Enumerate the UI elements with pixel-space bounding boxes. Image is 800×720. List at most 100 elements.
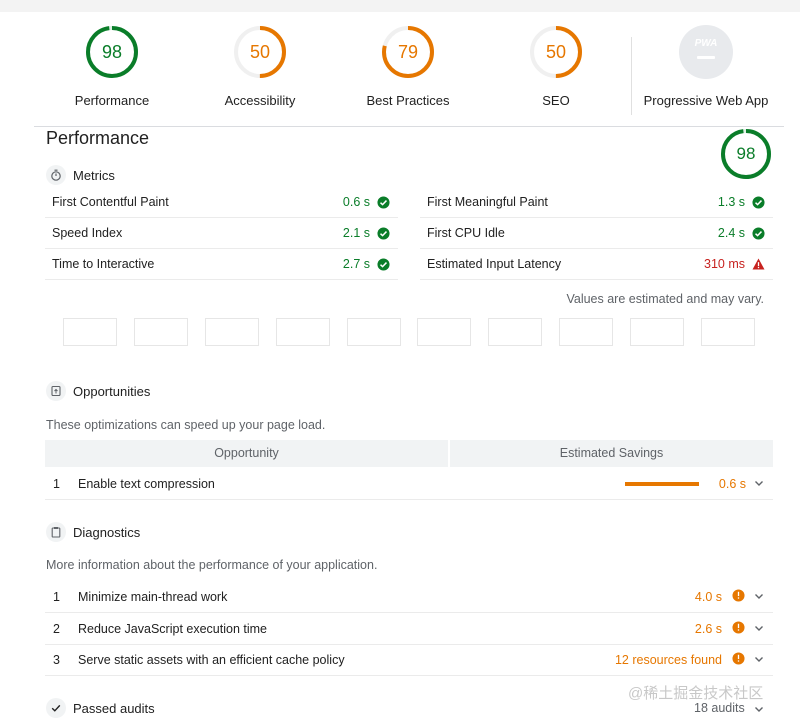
opportunity-icon [46,381,66,401]
row-value: 4.0 s [694,590,722,604]
gauge-ring: 98 [84,24,140,80]
opportunities-heading: Opportunities [46,380,150,402]
gauge-performance[interactable]: 98 Performance [37,24,187,108]
filmstrip-frame [276,318,330,346]
gauge-accessibility[interactable]: 50 Accessibility [185,24,335,108]
metric-value: 2.7 s [342,257,370,271]
chevron-down-icon[interactable] [753,703,765,715]
diagnostics-heading: Diagnostics [46,521,140,543]
stopwatch-icon [46,165,66,185]
check-circle-icon [377,258,390,271]
savings-bar [625,482,699,486]
row-index: 1 [53,590,60,604]
row-index: 2 [53,622,60,636]
opportunities-description: These optimizations can speed up your pa… [46,418,326,432]
row-value: 12 resources found [614,653,722,667]
filmstrip-frame [559,318,613,346]
info-icon [732,621,745,634]
row-title: Serve static assets with an efficient ca… [78,653,345,667]
gauge-score: 98 [101,42,123,62]
check-circle-icon [377,227,390,240]
page-title: Performance [46,128,150,148]
row-savings: 0.6 s [718,477,746,491]
row-title: Minimize main-thread work [78,590,228,604]
gauge-best-practices[interactable]: 79 Best Practices [333,24,483,108]
diagnostics-heading-label: Diagnostics [73,524,141,540]
metric-name: First Contentful Paint [52,195,169,209]
row-title: Reduce JavaScript execution time [78,622,267,636]
filmstrip-frame [701,318,755,346]
gauge-pwa[interactable]: PWA Progressive Web App [631,24,781,108]
filmstrip-frame [205,318,259,346]
metric-value: 310 ms [704,257,745,271]
metric-speed-index: Speed Index 2.1 s [45,218,398,249]
gauge-ring: 79 [380,24,436,80]
column-header-opportunity: Opportunity [45,440,448,467]
category-gauges: 98 Performance 50 Accessibility 79 Best … [0,12,800,115]
chevron-down-icon[interactable] [753,590,765,602]
passed-audits-heading[interactable]: Passed audits [46,697,155,719]
metric-time-to-interactive: Time to Interactive 2.7 s [45,249,398,280]
metric-first-meaningful-paint: First Meaningful Paint 1.3 s [420,187,773,218]
gauge-score: 50 [545,42,567,62]
gauge-label: Progressive Web App [643,93,769,108]
estimate-note: Values are estimated and may vary. [566,292,764,306]
opportunities-heading-label: Opportunities [73,383,151,399]
gauge-ring: 50 [528,24,584,80]
gauge-label: Best Practices [366,93,450,108]
chevron-down-icon[interactable] [753,622,765,634]
clipboard-icon [46,522,66,542]
metric-value: 1.3 s [717,195,745,209]
diagnostic-row[interactable]: 3 Serve static assets with an efficient … [45,644,773,676]
metric-value: 2.4 s [717,226,745,240]
filmstrip-frame [63,318,117,346]
row-index: 1 [53,477,60,491]
info-icon [732,589,745,602]
diagnostic-row[interactable]: 1 Minimize main-thread work 4.0 s [45,581,773,613]
metric-first-cpu-idle: First CPU Idle 2.4 s [420,218,773,249]
gauge-label: Performance [74,93,150,108]
metric-name: First Meaningful Paint [427,195,548,209]
gauge-label: Accessibility [224,93,296,108]
metric-estimated-input-latency: Estimated Input Latency 310 ms [420,249,773,280]
pwa-badge-icon: PWA [679,25,733,79]
filmstrip-frame [630,318,684,346]
column-header-savings: Estimated Savings [450,440,773,467]
check-circle-icon [377,196,390,209]
filmstrip-frame [134,318,188,346]
pwa-badge-dash [697,56,715,59]
metric-value: 2.1 s [342,226,370,240]
chevron-down-icon[interactable] [753,653,765,665]
performance-score: 98 [736,144,756,163]
metrics-heading-label: Metrics [73,167,115,183]
info-icon [732,652,745,665]
top-strip [0,0,800,12]
opportunity-row[interactable]: 1 Enable text compression 0.6 s [45,468,773,500]
metric-name: Time to Interactive [52,257,155,271]
watermark-text: @稀土掘金技术社区 [628,685,764,702]
row-title: Enable text compression [78,477,215,491]
gauge-ring: 50 [232,24,288,80]
performance-score-gauge: 98 [720,128,772,180]
filmstrip-frame [347,318,401,346]
opportunities-table-header: Opportunity Estimated Savings [45,440,773,467]
section-divider [34,126,784,127]
chevron-down-icon[interactable] [753,477,765,489]
check-circle-icon [752,196,765,209]
diagnostic-row[interactable]: 2 Reduce JavaScript execution time 2.6 s [45,613,773,645]
passed-audits-count: 18 audits [694,701,745,715]
gauge-score: 50 [249,42,271,62]
gauge-score: 79 [397,42,419,62]
gauge-label: SEO [542,93,570,108]
metric-name: Speed Index [52,226,123,240]
metric-first-contentful-paint: First Contentful Paint 0.6 s [45,187,398,218]
metric-name: First CPU Idle [427,226,505,240]
check-circle-icon [752,227,765,240]
gauge-seo[interactable]: 50 SEO [481,24,631,108]
filmstrip-frame [488,318,542,346]
row-index: 3 [53,653,60,667]
metrics-heading: Metrics [46,164,115,186]
row-value: 2.6 s [694,622,722,636]
pwa-badge-text: PWA [694,38,718,49]
metric-name: Estimated Input Latency [427,257,562,271]
